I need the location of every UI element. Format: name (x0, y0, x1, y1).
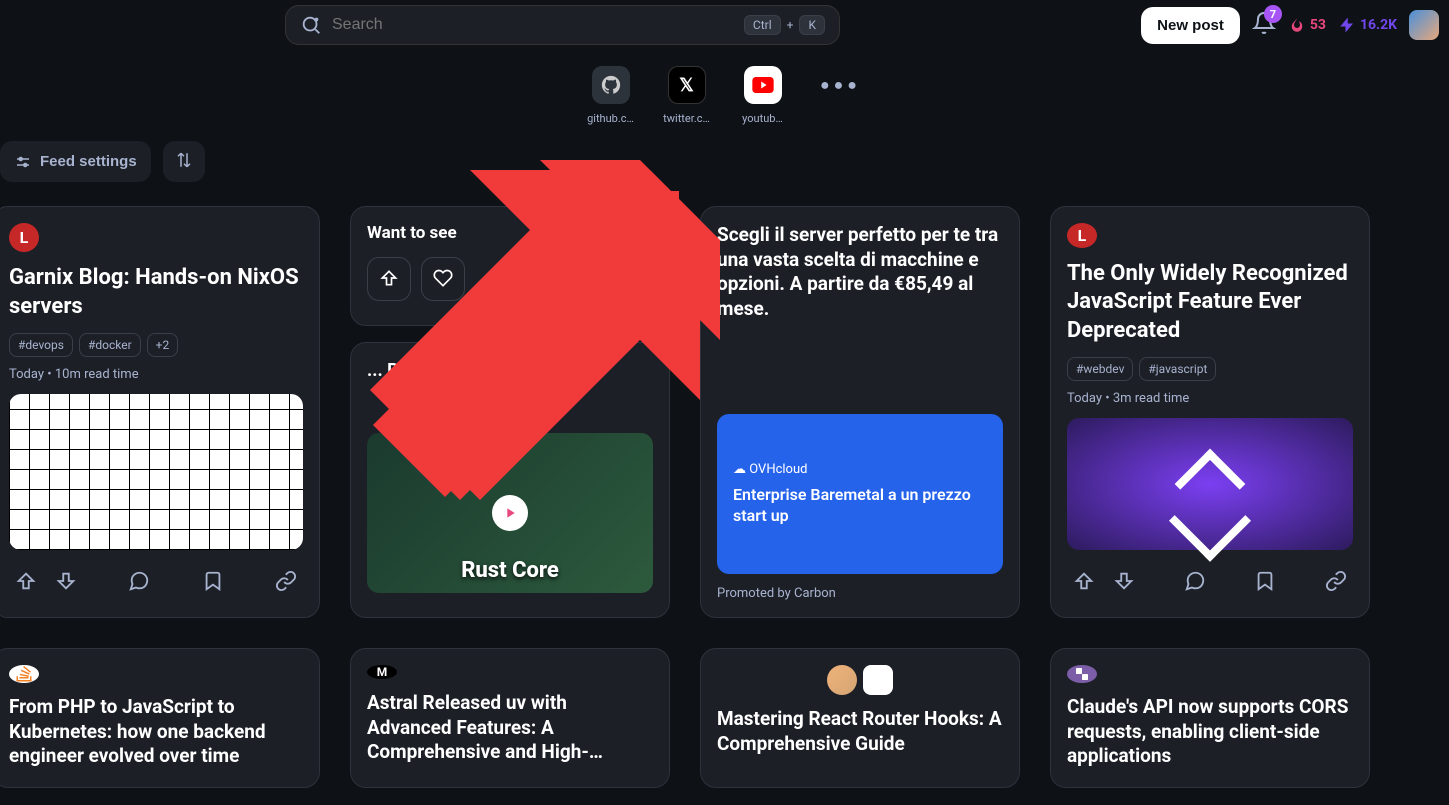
post-card[interactable]: L Garnix Blog: Hands-on NixOS servers #d… (0, 206, 320, 618)
claude-icon (1073, 665, 1091, 683)
post-title: Claude's API now supports CORS requests,… (1067, 695, 1353, 769)
post-card[interactable]: L The Only Widely Recognized JavaScript … (1050, 206, 1370, 618)
lightning-icon (1338, 16, 1356, 34)
comment-button[interactable] (122, 564, 156, 601)
reputation-stat[interactable]: 16.2K (1338, 16, 1397, 34)
stackoverflow-icon (15, 665, 33, 683)
bookmark-button[interactable] (1248, 564, 1282, 601)
notifications-button[interactable]: 7 (1252, 11, 1276, 39)
source-badge (9, 665, 39, 683)
youtube-icon (744, 66, 782, 104)
post-actions (9, 564, 303, 601)
feed-controls: Feed settings (0, 125, 1449, 182)
ad-promo: Promoted by Carbon (717, 586, 1003, 601)
shortcut-label: github.c… (587, 112, 634, 125)
notifications-count: 7 (1264, 5, 1282, 23)
dots-icon: ● ● ● (820, 66, 858, 104)
shortcuts-row: github.c… 𝕏 twitter.c… youtub… ● ● ● (0, 66, 1449, 125)
downvote-button[interactable] (49, 564, 83, 601)
want-heart-button[interactable] (421, 257, 465, 301)
tag[interactable]: #devops (9, 333, 73, 357)
comment-button[interactable] (1178, 564, 1212, 601)
settings-icon (14, 153, 32, 171)
search-input[interactable] (332, 16, 744, 34)
source-badge: L (9, 223, 39, 252)
feed-grid: L Garnix Blog: Hands-on NixOS servers #d… (0, 182, 1449, 788)
post-tags: #devops #docker +2 (9, 333, 303, 357)
shortcut-more[interactable]: ● ● ● (809, 66, 869, 125)
post-title: From PHP to JavaScript to Kubernetes: ho… (9, 695, 303, 769)
downvote-button[interactable] (1107, 564, 1141, 601)
post-card[interactable]: M Astral Released uv with Advanced Featu… (350, 648, 670, 788)
streak-stat[interactable]: 53 (1288, 16, 1326, 34)
tag[interactable]: +2 (147, 333, 179, 357)
bookmark-button[interactable] (196, 564, 230, 601)
link-button[interactable] (269, 564, 303, 601)
ad-card[interactable]: Scegli il server perfetto per te tra una… (700, 206, 1020, 618)
post-meta: Today • 10m read time (9, 367, 303, 382)
post-title: Astral Released uv with Advanced Feature… (367, 691, 653, 765)
source-badge (717, 665, 1003, 695)
tag[interactable]: #javascript (1139, 357, 1216, 381)
post-title: ... Rust As Lay... ... (367, 359, 653, 382)
avatar[interactable] (1409, 10, 1439, 40)
play-icon (502, 505, 518, 521)
source-badge: L (1067, 223, 1097, 248)
feed-sort-button[interactable] (163, 141, 205, 182)
x-icon: 𝕏 (668, 66, 706, 104)
want-card: Want to see (350, 206, 670, 326)
shortcut-github[interactable]: github.c… (581, 66, 641, 125)
source-badge (1067, 665, 1097, 683)
shortcut-label: twitter.c… (663, 112, 710, 125)
post-tags: #webdev #javascript (1067, 357, 1353, 381)
link-button[interactable] (1319, 564, 1353, 601)
post-title: Garnix Blog: Hands-on NixOS servers (9, 264, 303, 321)
github-icon (592, 66, 630, 104)
post-card[interactable]: From PHP to JavaScript to Kubernetes: ho… (0, 648, 320, 788)
new-post-button[interactable]: New post (1141, 7, 1240, 44)
header: Ctrl + K New post 7 53 16.2K (0, 0, 1449, 50)
ad-title: Scegli il server perfetto per te tra una… (717, 223, 1003, 322)
post-meta: Today • 3m read time (1067, 391, 1353, 406)
shortcut-label: youtub… (742, 112, 783, 125)
ad-image: ☁ OVHcloud Enterprise Baremetal a un pre… (717, 414, 1003, 574)
post-title: The Only Widely Recognized JavaScript Fe… (1067, 260, 1353, 346)
post-actions (1067, 564, 1353, 601)
upvote-button[interactable] (1067, 564, 1101, 601)
search-bar[interactable]: Ctrl + K (285, 5, 840, 45)
post-title: Mastering React Router Hooks: A Comprehe… (717, 707, 1003, 756)
want-upvote-button[interactable] (367, 257, 411, 301)
post-image (1067, 418, 1353, 550)
tag[interactable]: #docker (79, 333, 141, 357)
shortcut-youtube[interactable]: youtub… (733, 66, 793, 125)
flame-icon (1288, 16, 1306, 34)
want-title: Want to see (367, 223, 653, 243)
search-kbd: Ctrl + K (744, 15, 825, 35)
sort-icon (175, 151, 193, 169)
post-card[interactable]: Claude's API now supports CORS requests,… (1050, 648, 1370, 788)
ad-text: Enterprise Baremetal a un prezzo start u… (733, 485, 987, 527)
shortcut-twitter[interactable]: 𝕏 twitter.c… (657, 66, 717, 125)
source-badge: M (367, 665, 397, 679)
post-image (9, 394, 303, 550)
upvote-button[interactable] (9, 564, 43, 601)
tag[interactable]: #webdev (1067, 357, 1133, 381)
search-icon (300, 14, 322, 36)
post-image: Rust Core (367, 433, 653, 593)
post-card[interactable]: Mastering React Router Hooks: A Comprehe… (700, 648, 1020, 788)
post-card[interactable]: ... Rust As Lay... ... Rust Core (350, 342, 670, 618)
ad-brand: ☁ OVHcloud (733, 462, 987, 477)
feed-settings-button[interactable]: Feed settings (0, 141, 151, 182)
